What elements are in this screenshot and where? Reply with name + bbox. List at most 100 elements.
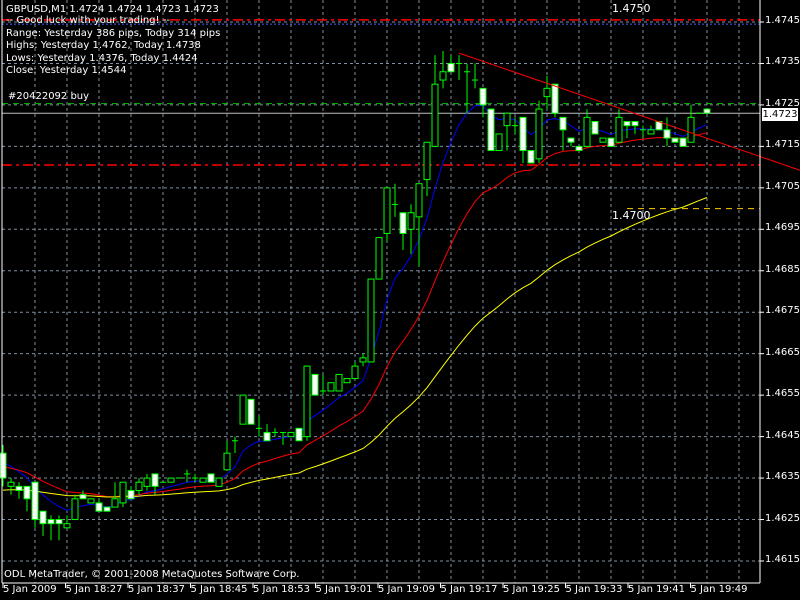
time-tick-label: 5 Jan 19:09 xyxy=(378,584,435,595)
candle-body-bull xyxy=(431,83,439,147)
candle xyxy=(527,150,535,164)
price-tick-label: 1.4655 xyxy=(765,388,800,400)
candle xyxy=(55,515,63,541)
candle xyxy=(687,104,695,143)
candle xyxy=(47,515,55,541)
candle-body-bear xyxy=(95,502,103,512)
candle xyxy=(407,204,415,255)
bid-price-label: 1.4723 xyxy=(762,108,798,121)
candle-body-bear xyxy=(39,510,47,525)
candle xyxy=(247,398,255,425)
time-tick-label: 5 Jan 19:33 xyxy=(565,584,623,595)
candle xyxy=(87,498,95,504)
order-label[interactable]: #20422092 buy xyxy=(8,91,89,103)
candle xyxy=(703,108,711,114)
candle-body-bull xyxy=(383,187,391,234)
candle-body-bull xyxy=(223,452,231,471)
candle xyxy=(415,183,423,267)
price-tick-label: 1.4705 xyxy=(765,180,800,192)
candle-body-bull xyxy=(647,129,655,135)
candle-body-bear xyxy=(127,489,135,500)
candle xyxy=(223,440,231,471)
candle xyxy=(71,494,79,521)
candle xyxy=(439,51,447,89)
candle xyxy=(551,83,559,118)
candle xyxy=(23,485,31,512)
candle xyxy=(567,137,575,147)
candle-body-bull xyxy=(303,365,311,438)
candle-body-bear xyxy=(591,121,599,135)
candle xyxy=(143,473,151,491)
candle-body-bull xyxy=(119,481,127,504)
candle-body-bull xyxy=(135,481,143,491)
candle xyxy=(39,510,47,537)
candle xyxy=(239,394,247,425)
candle xyxy=(7,478,15,495)
time-tick-label: 5 Jan 2009 xyxy=(3,584,57,595)
candle-body-bear xyxy=(263,431,271,442)
candle-body-bear xyxy=(247,398,255,425)
candle xyxy=(295,427,303,442)
good-luck-text: -- Good luck with your trading! -- xyxy=(6,15,170,26)
candle xyxy=(31,481,39,528)
candle-body-bull xyxy=(239,394,247,425)
candle-body-bull xyxy=(63,523,71,529)
price-tick-label: 1.4715 xyxy=(765,139,800,151)
candle-body-bull xyxy=(199,477,207,483)
candle-body-bull xyxy=(543,87,551,98)
candle-body-bear xyxy=(79,494,87,500)
candle-body-bull xyxy=(615,116,623,143)
candle xyxy=(184,469,190,483)
candle xyxy=(320,374,326,396)
candle xyxy=(392,183,398,217)
candle xyxy=(503,112,511,151)
candle xyxy=(303,365,311,441)
candle xyxy=(559,116,567,151)
candle-body-bear xyxy=(447,62,455,73)
candle xyxy=(375,237,383,280)
candle-body-bull xyxy=(167,477,175,483)
candle-body-bull xyxy=(7,481,15,487)
candle xyxy=(599,137,607,143)
candle-body-bear xyxy=(631,121,639,127)
candle xyxy=(519,116,527,163)
candle xyxy=(79,490,87,500)
candle xyxy=(359,353,367,367)
level-1.4700-label: 1.4700 xyxy=(612,209,651,222)
candle xyxy=(631,121,639,134)
candle xyxy=(591,121,599,135)
candle xyxy=(495,133,503,152)
candle-body-bear xyxy=(703,108,711,114)
time-tick-label: 5 Jan 18:45 xyxy=(190,584,248,595)
candle-body-bear xyxy=(295,427,303,442)
candle xyxy=(671,137,679,143)
lows-text: Lows: Yesterday 1.4376, Today 1.4424 xyxy=(6,53,198,64)
candle xyxy=(535,100,543,163)
candle-body-bear xyxy=(575,145,583,152)
price-tick-label: 1.4735 xyxy=(765,56,800,68)
candle-body-bear xyxy=(671,137,679,143)
price-tick-label: 1.4635 xyxy=(765,471,800,483)
candle xyxy=(367,278,375,363)
candle xyxy=(15,482,23,499)
trendline[interactable] xyxy=(458,52,800,171)
copyright-text: ODL MetaTrader, © 2001-2008 MetaQuotes S… xyxy=(4,569,300,580)
candle xyxy=(399,212,407,251)
price-tick-label: 1.4615 xyxy=(765,553,800,565)
candle xyxy=(103,506,111,512)
time-tick-label: 5 Jan 19:49 xyxy=(690,584,748,595)
candle-body-bull xyxy=(287,431,295,438)
candle-body-bear xyxy=(679,137,687,147)
candle xyxy=(151,473,159,495)
candle-body-bull xyxy=(503,112,511,127)
price-tick-label: 1.4665 xyxy=(765,346,800,358)
candle xyxy=(456,55,462,81)
candle xyxy=(663,117,671,147)
candle-body-bear xyxy=(559,116,567,131)
candle xyxy=(383,187,391,242)
price-chart xyxy=(0,0,800,588)
candle-body-bull xyxy=(143,477,151,487)
candle-body-bear xyxy=(103,506,111,512)
candle-body-bear xyxy=(207,473,215,483)
candle-body-bear xyxy=(527,150,535,164)
